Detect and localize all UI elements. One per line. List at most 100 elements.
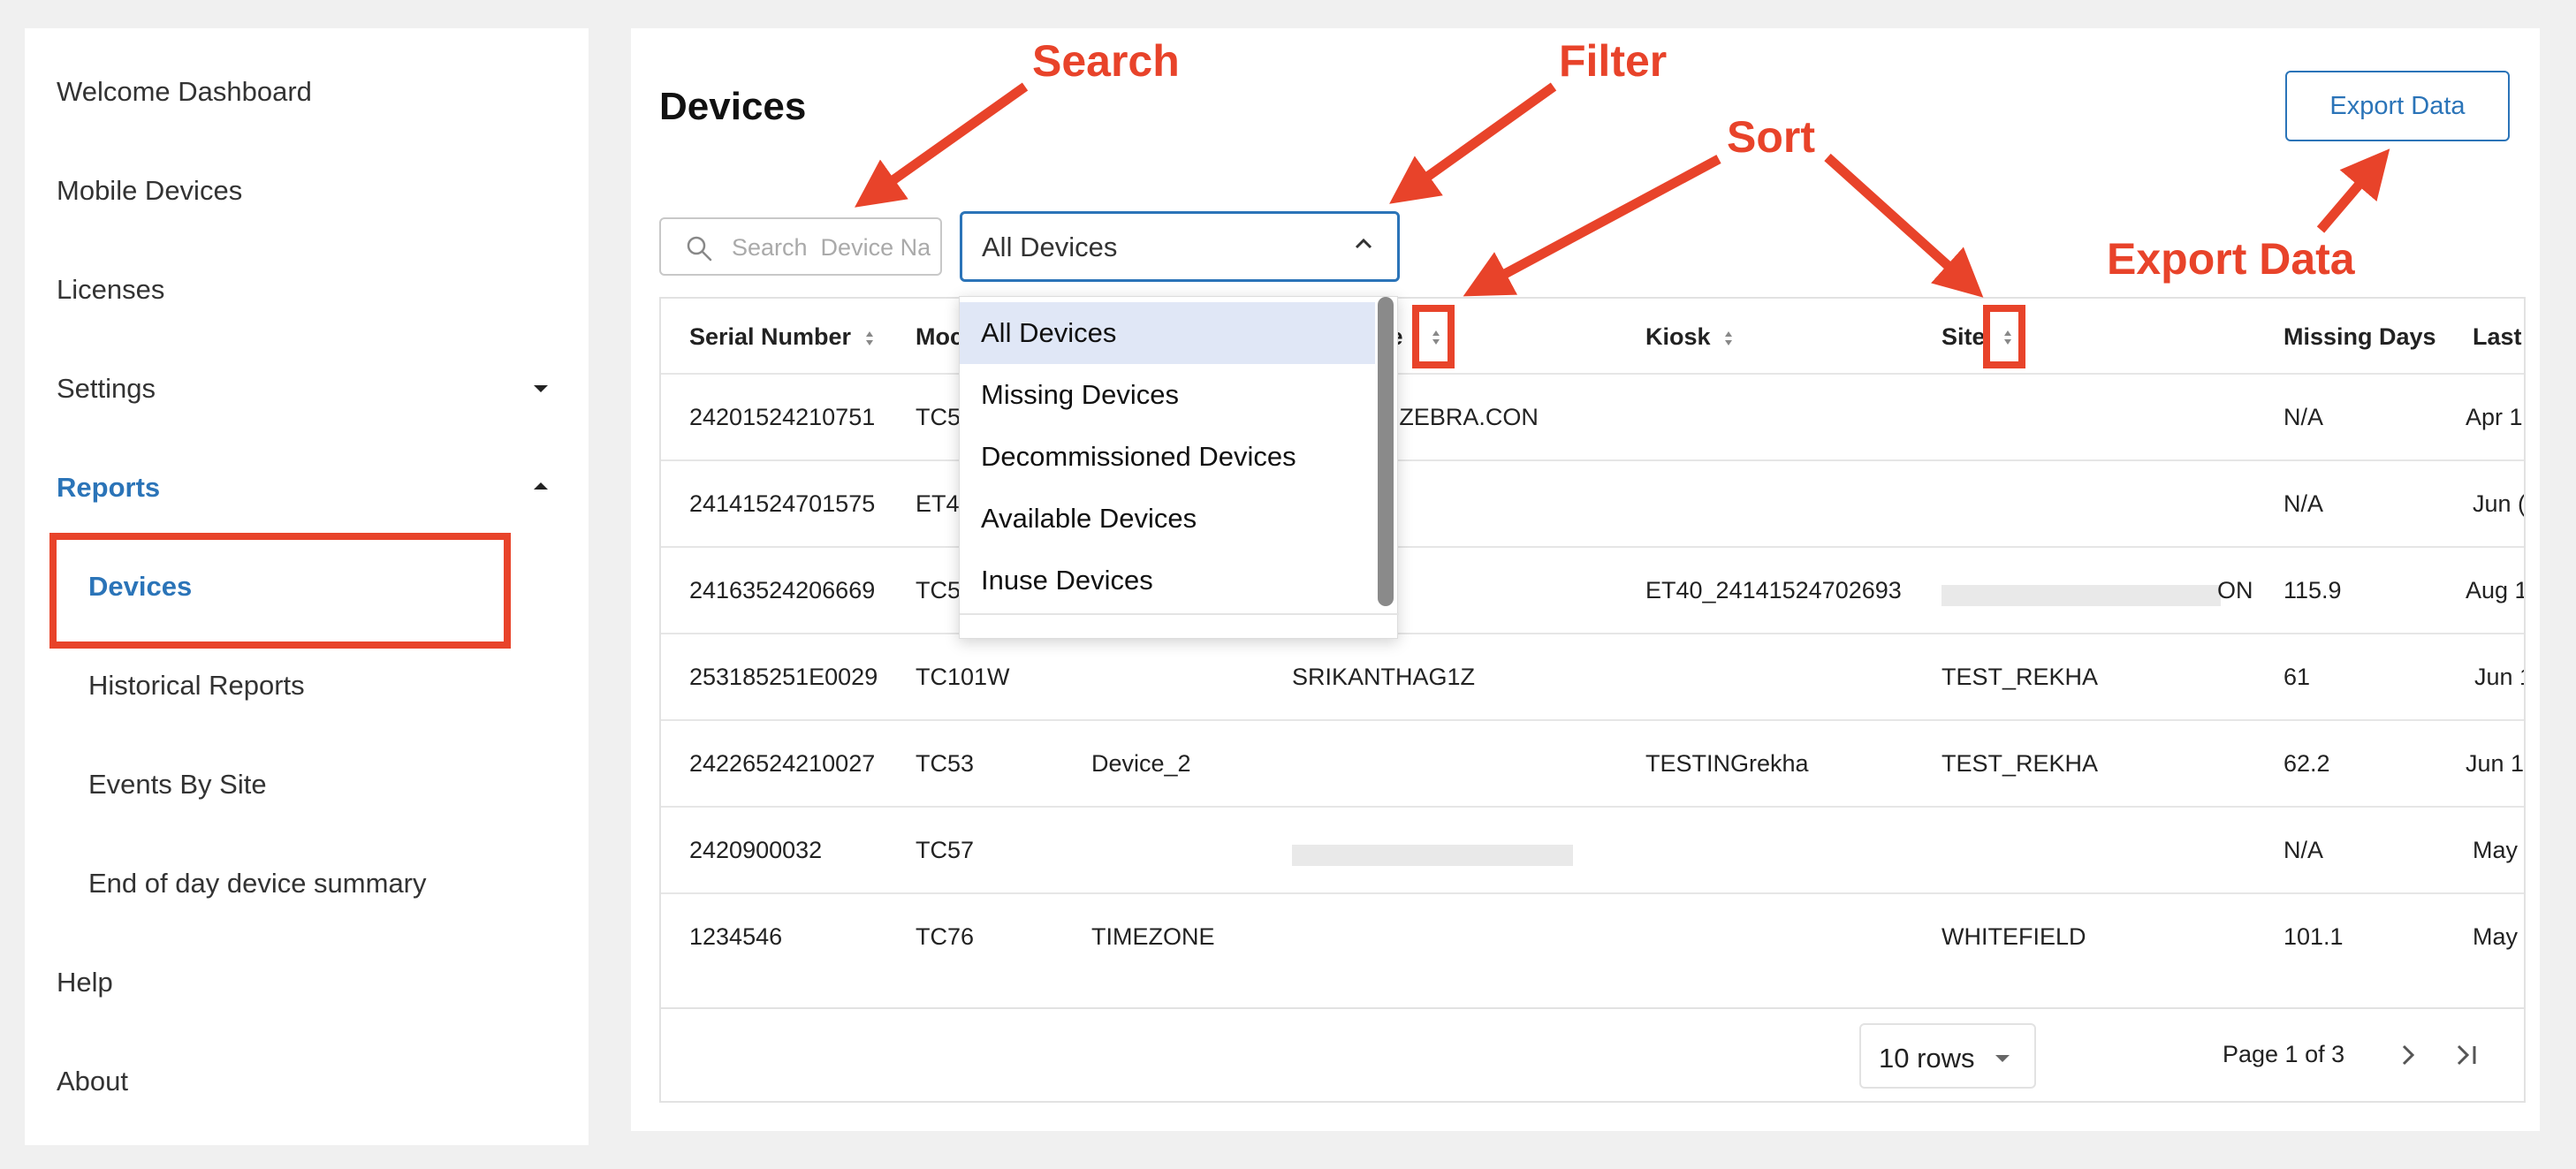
last-page-icon[interactable] (2451, 1039, 2483, 1071)
column-header-model[interactable]: Moc (916, 323, 963, 351)
cell-site: TEST_REKHA (1941, 664, 2099, 690)
cell-last: Aug 1 (2466, 577, 2526, 603)
rows-per-page-value: 10 rows (1879, 1043, 1975, 1074)
column-header-serial[interactable]: Serial Number (689, 323, 874, 351)
cell-last: May (2473, 923, 2519, 950)
cell-missing-days: N/A (2283, 837, 2324, 863)
cell-missing-days: 61 (2283, 664, 2311, 690)
cell-serial: 24226524210027 (689, 750, 876, 777)
cell-model: TC53 (916, 750, 975, 777)
column-header-label: Kiosk (1645, 323, 1711, 350)
cell-model: TC5 (916, 404, 961, 430)
device-filter-select[interactable]: All Devices (960, 211, 1400, 282)
cell-serial: 24163524206669 (689, 577, 876, 603)
cell-serial: 24141524701575 (689, 490, 876, 517)
search-icon (687, 236, 712, 262)
main-panel: Devices Export Data All Devices Serial N… (631, 28, 2540, 1131)
filter-option-decommissioned-devices[interactable]: Decommissioned Devices (960, 426, 1375, 488)
sort-icon[interactable] (1724, 330, 1733, 347)
filter-option-all-devices[interactable]: All Devices (960, 302, 1375, 364)
cell-device-name: TIMEZONE (1091, 923, 1215, 950)
cell-site: TEST_REKHA (1941, 750, 2099, 777)
devices-highlight-box (49, 533, 511, 649)
cell-last: Jun 1 (2474, 664, 2524, 690)
column-header-last[interactable]: Last (2473, 323, 2522, 351)
filter-option-inuse-devices[interactable]: Inuse Devices (960, 550, 1375, 611)
redacted-value (1292, 845, 1573, 866)
next-page-icon[interactable] (2392, 1039, 2424, 1071)
cell-serial: 1234546 (689, 923, 783, 950)
annotation-search: Search (1032, 36, 1180, 86)
sort-highlight-box (1412, 305, 1455, 368)
chevron-up-icon (1355, 238, 1372, 249)
cell-serial: 253185251E0029 (689, 664, 878, 690)
cell-serial: 2420900032 (689, 837, 823, 863)
sidebar-item-label: Settings (57, 373, 156, 404)
filter-option-missing-devices[interactable]: Missing Devices (960, 364, 1375, 426)
cell-last: Apr 1 (2466, 404, 2523, 430)
page-title: Devices (659, 85, 807, 128)
table-row[interactable]: 24226524210027 TC53 Device_2 TESTINGrekh… (661, 719, 2525, 806)
sort-icon[interactable] (865, 330, 874, 347)
table-row[interactable]: 24201524210751 TC5 @ZEBRA.CON N/A Apr 1 (661, 373, 2524, 459)
export-data-button[interactable]: Export Data (2285, 71, 2510, 141)
cell-model: TC76 (916, 923, 975, 950)
cell-model: TC5 (916, 577, 961, 603)
caret-down-icon (534, 385, 548, 392)
cell-missing-days: 62.2 (2283, 750, 2330, 777)
page-indicator: Page 1 of 3 (2223, 1041, 2345, 1067)
cell-kiosk: ET40_24141524702693 (1645, 577, 1902, 603)
filter-selected-value: All Devices (982, 232, 1118, 262)
sidebar-item-label: Reports (57, 472, 161, 503)
devices-table: Serial Number Moc ne Kiosk Site Missing … (659, 297, 2526, 1103)
annotation-export-data: Export Data (2107, 234, 2355, 284)
dropdown-scrollbar[interactable] (1378, 297, 1394, 606)
cell-last: May (2473, 837, 2519, 863)
dropdown-divider (960, 613, 1399, 615)
table-row[interactable]: 1234546 TC76 TIMEZONE WHITEFIELD 101.1 M… (661, 892, 2524, 979)
sidebar-item-about[interactable]: About (57, 1066, 128, 1097)
table-row[interactable]: 253185251E0029 TC101W SRIKANTHAG1Z TEST_… (661, 633, 2524, 719)
cell-missing-days: N/A (2283, 490, 2324, 517)
caret-down-icon (1995, 1055, 2010, 1062)
sidebar-item-end-of-day-summary[interactable]: End of day device summary (88, 868, 427, 900)
table-footer: 10 rows Page 1 of 3 (661, 1007, 2524, 1101)
cell-serial: 24201524210751 (689, 404, 876, 430)
cell-site: WHITEFIELD (1941, 923, 2086, 950)
cell-missing-days: N/A (2283, 404, 2324, 430)
sidebar-item-settings[interactable]: Settings (57, 373, 569, 405)
column-header-missing-days[interactable]: Missing Days (2283, 323, 2436, 351)
cell-last: Jun ( (2473, 490, 2526, 517)
annotation-filter: Filter (1559, 36, 1668, 86)
cell-missing-days: 101.1 (2283, 923, 2344, 950)
table-row[interactable]: 2420900032 TC57 N/A May (661, 806, 2524, 892)
sort-highlight-box (1983, 305, 2025, 368)
table-row[interactable]: 24163524206669 TC5 ET40_24141524702693 O… (661, 546, 2526, 633)
sidebar-item-reports[interactable]: Reports (57, 472, 569, 504)
sidebar-item-welcome-dashboard[interactable]: Welcome Dashboard (57, 76, 312, 108)
search-input[interactable] (732, 230, 931, 265)
sidebar-item-events-by-site[interactable]: Events By Site (88, 769, 267, 801)
cell-device-name: Device_2 (1091, 750, 1191, 777)
annotation-sort: Sort (1727, 112, 1815, 162)
caret-up-icon (534, 482, 548, 490)
column-header-label: Serial Number (689, 323, 852, 350)
column-header-site[interactable]: Site (1941, 323, 1986, 351)
cell-model: TC101W (916, 664, 1010, 690)
cell-model: TC57 (916, 837, 975, 863)
cell-site: ON (2217, 577, 2253, 603)
cell-user: SRIKANTHAG1Z (1292, 664, 1476, 690)
rows-per-page-select[interactable]: 10 rows (1859, 1023, 2036, 1089)
table-row[interactable]: 24141524701575 ET4 N/A Jun ( (661, 459, 2526, 546)
sidebar-item-historical-reports[interactable]: Historical Reports (88, 670, 305, 702)
sidebar-item-mobile-devices[interactable]: Mobile Devices (57, 175, 242, 207)
cell-last: Jun 1 (2466, 750, 2525, 777)
filter-option-available-devices[interactable]: Available Devices (960, 488, 1375, 550)
search-field[interactable] (659, 217, 942, 276)
sidebar-item-help[interactable]: Help (57, 967, 113, 998)
cell-kiosk: TESTINGrekha (1645, 750, 1809, 777)
sidebar-item-licenses[interactable]: Licenses (57, 274, 164, 306)
cell-model: ET4 (916, 490, 960, 517)
column-header-kiosk[interactable]: Kiosk (1645, 323, 1733, 351)
cell-missing-days: 115.9 (2283, 577, 2342, 603)
